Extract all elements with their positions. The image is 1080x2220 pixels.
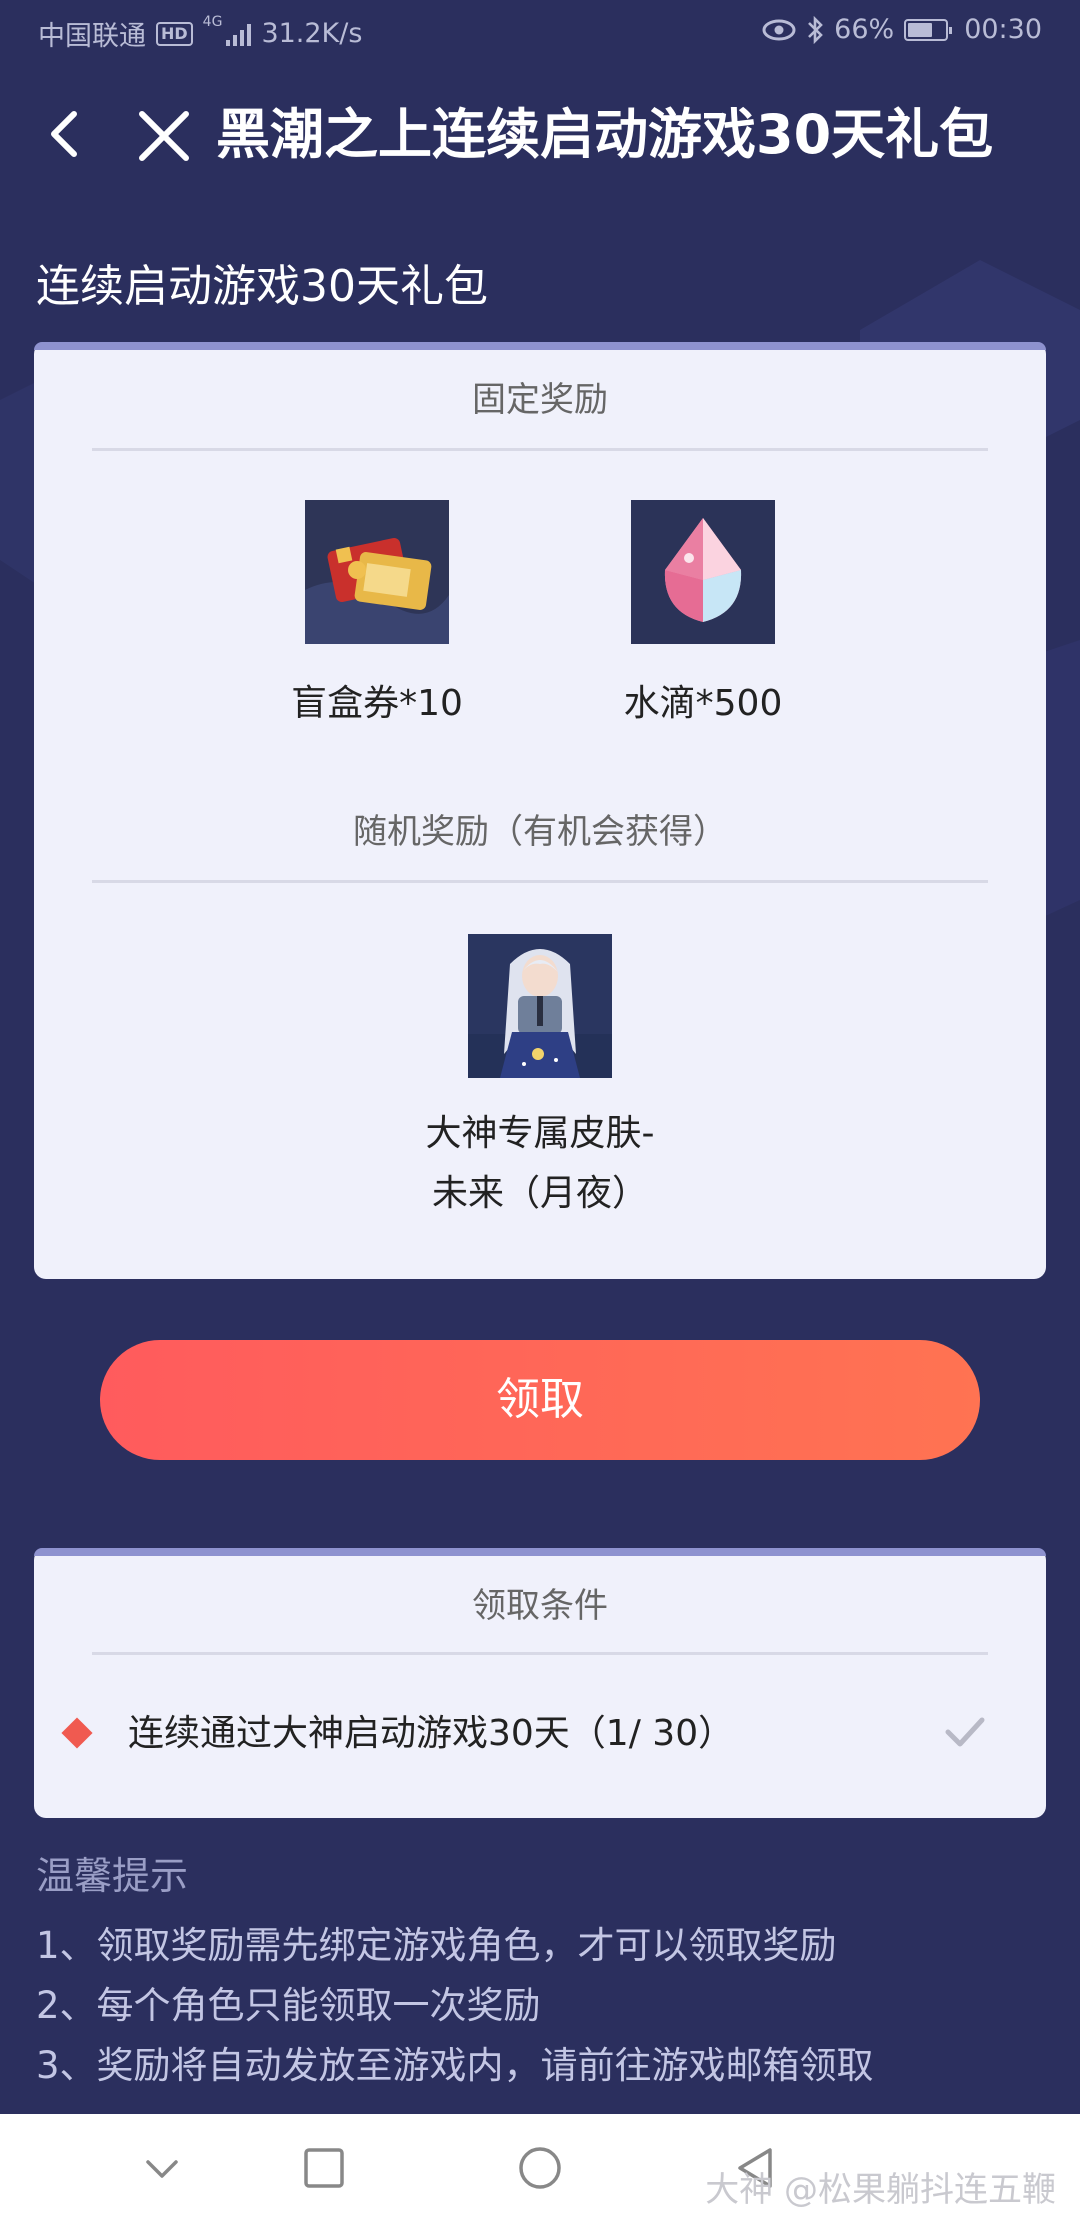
random-rewards-title: 随机奖励（有机会获得） (353, 812, 727, 852)
reward-label: 水滴*500 (623, 683, 783, 724)
card-top-band (34, 1548, 1046, 1556)
tip-line: 2、每个角色只能领取一次奖励 (36, 1984, 541, 2027)
rewards-card: 固定奖励 盲盒券*10 水滴*500 随机奖励（有机会获得） 大神专属皮肤- 未… (34, 342, 1046, 1279)
page-title: 黑潮之上连续启动游戏30天礼包 (216, 103, 994, 166)
eye-icon (762, 19, 796, 40)
reward-label-line2: 未来（月夜） (431, 1173, 648, 1214)
skin-avatar (468, 934, 612, 1078)
battery-icon (904, 18, 953, 41)
back-icon[interactable] (36, 104, 96, 164)
conditions-title: 领取条件 (472, 1586, 608, 1626)
close-icon[interactable] (132, 104, 196, 168)
crystal-icon (631, 500, 775, 644)
divider (92, 1652, 988, 1655)
reward-item-ticket: 盲盒券*10 (247, 500, 507, 734)
signal-icon (226, 22, 252, 46)
status-bar: 中国联通 HD 4G 31.2K/s 66% 00:30 (0, 0, 1080, 64)
system-nav-bar: 大神 @松果躺抖连五鞭 (0, 2114, 1080, 2220)
card-top-band (34, 342, 1046, 350)
nav-recents-icon[interactable] (298, 2142, 350, 2194)
clock: 00:30 (964, 14, 1042, 45)
check-icon (945, 1717, 985, 1747)
reward-label-line1: 大神专属皮肤- (425, 1113, 655, 1154)
tips-title: 温馨提示 (36, 1854, 189, 1898)
carrier-label: 中国联通 (38, 21, 146, 52)
reward-label: 大神专属皮肤- 未来（月夜） (410, 1104, 670, 1224)
network-speed: 31.2K/s (261, 18, 363, 49)
net-type-label: 4G (202, 14, 223, 30)
bullet-diamond-icon (61, 1717, 93, 1749)
tip-line: 3、奖励将自动发放至游戏内，请前往游戏邮箱领取 (36, 2044, 874, 2087)
nav-home-icon[interactable] (514, 2142, 566, 2194)
divider (92, 448, 988, 451)
conditions-card: 领取条件 连续通过大神启动游戏30天（1/ 30） (34, 1548, 1046, 1818)
nav-hide-icon[interactable] (136, 2142, 188, 2194)
condition-item: 连续通过大神启动游戏30天（1/ 30） (34, 1698, 1046, 1768)
app-header: 黑潮之上连续启动游戏30天礼包 (0, 90, 1080, 180)
bluetooth-icon (808, 15, 824, 44)
hd-icon: HD (156, 21, 193, 46)
fixed-rewards-title: 固定奖励 (472, 380, 608, 420)
condition-text: 连续通过大神启动游戏30天（1/ 30） (128, 1713, 735, 1754)
gift-subtitle: 连续启动游戏30天礼包 (36, 261, 488, 312)
reward-item-skin: 大神专属皮肤- 未来（月夜） (410, 934, 670, 1224)
watermark: 大神 @松果躺抖连五鞭 (705, 2170, 1056, 2210)
reward-item-crystal: 水滴*500 (573, 500, 833, 734)
battery-percent: 66% (834, 14, 895, 45)
reward-label: 盲盒券*10 (291, 683, 463, 724)
claim-button[interactable]: 领取 (100, 1340, 980, 1460)
ticket-icon (305, 500, 449, 644)
tip-line: 1、领取奖励需先绑定游戏角色，才可以领取奖励 (36, 1924, 837, 1967)
divider (92, 880, 988, 883)
